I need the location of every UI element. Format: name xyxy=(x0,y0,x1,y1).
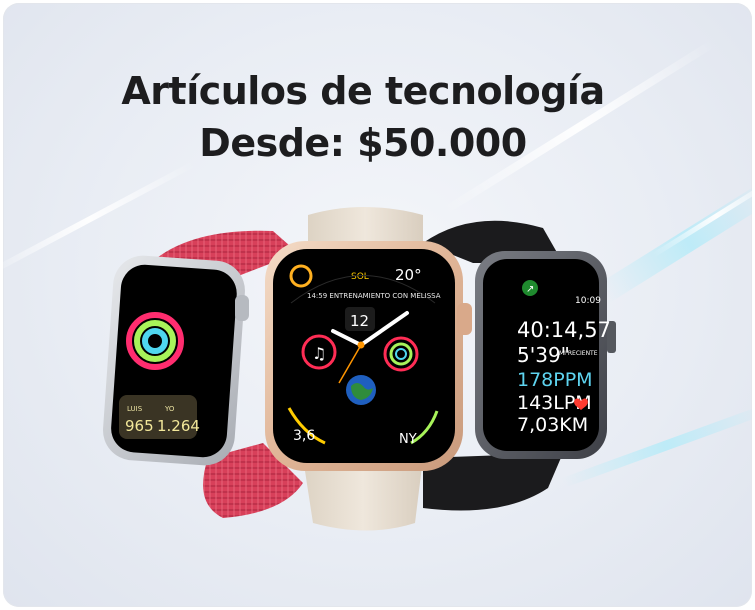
smartwatch-product-image: ↗ 10:09 40:14,57 5'39" MI RECIENTE 178PP… xyxy=(102,207,616,531)
svg-text:↗: ↗ xyxy=(526,284,534,295)
watch-left-stat-label-1: LUIS xyxy=(127,405,143,413)
promo-banner-card[interactable]: Artículos de tecnología Desde: $50.000 ↗… xyxy=(3,3,752,607)
watch-left-stat-label-2: YO xyxy=(164,405,175,413)
watch-center-top-left: SOL xyxy=(351,272,369,282)
watch-right-split-note: MI RECIENTE xyxy=(559,350,598,357)
watch-center-arc-text: 14:59 ENTRENAMIENTO CON MELISSA xyxy=(307,292,441,300)
watch-left-stat-value-2: 1.264 xyxy=(157,417,200,435)
music-icon: ♫ xyxy=(312,344,326,363)
watch-center-bottom-right: NY xyxy=(399,432,417,447)
watch-center-bottom-left: 3,6 xyxy=(293,428,315,444)
watch-right-cadence: 178PPM xyxy=(517,369,593,391)
watch-center-date: 12 xyxy=(350,312,369,330)
watch-right-elapsed: 40:14,57 xyxy=(517,318,611,342)
watch-center-top-right: 20° xyxy=(395,266,422,284)
watch-left-stat-value-1: 965 xyxy=(125,417,154,435)
watch-right-time: 10:09 xyxy=(575,296,601,306)
watch-right-distance: 7,03KM xyxy=(517,414,588,436)
